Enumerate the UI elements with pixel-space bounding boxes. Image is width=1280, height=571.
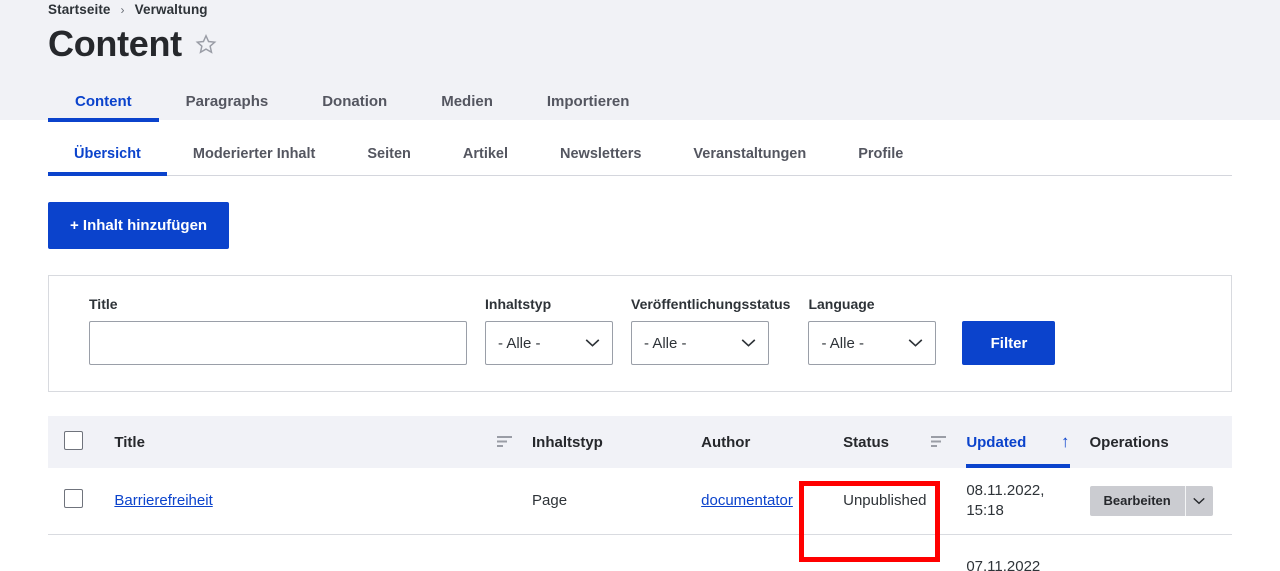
publish-status-filter-label: Veröffentlichungsstatus bbox=[631, 296, 791, 312]
subtab-veranstaltungen[interactable]: Veranstaltungen bbox=[667, 146, 832, 175]
edit-split-button[interactable]: Bearbeiten bbox=[1089, 485, 1213, 516]
column-header-updated-label: Updated bbox=[966, 433, 1027, 451]
row-author-cell bbox=[691, 534, 833, 571]
row-operations-cell: Bearbeiten bbox=[1080, 468, 1233, 534]
filter-panel: Title Inhaltstyp - Alle - Veröffentlichu… bbox=[48, 275, 1232, 392]
primary-tabs: Content Paragraphs Donation Medien Impor… bbox=[48, 78, 1280, 123]
column-header-updated[interactable]: Updated ↑ bbox=[956, 416, 1079, 468]
column-header-author-label: Author bbox=[701, 433, 751, 451]
tab-importieren[interactable]: Importieren bbox=[520, 93, 657, 122]
chevron-down-icon bbox=[585, 335, 600, 352]
content-title-link[interactable]: Barrierefreiheit bbox=[114, 492, 212, 509]
page-header: Startseite › Verwaltung Content Content … bbox=[0, 0, 1280, 123]
filter-field-content-type: Inhaltstyp - Alle - bbox=[485, 296, 613, 365]
subtab-artikel[interactable]: Artikel bbox=[437, 146, 534, 175]
row-type-cell bbox=[522, 534, 691, 571]
edit-button-label[interactable]: Bearbeiten bbox=[1090, 486, 1185, 516]
column-header-content-type: Inhaltstyp bbox=[522, 416, 691, 468]
publish-status-select[interactable]: - Alle - bbox=[631, 321, 769, 365]
filter-field-title: Title bbox=[89, 296, 467, 365]
language-select-value: - Alle - bbox=[821, 334, 864, 352]
table-head: Title Inhaltstyp Author Status Updated ↑… bbox=[48, 416, 1232, 468]
breadcrumb-separator-icon: › bbox=[120, 2, 125, 17]
table-header-row: Title Inhaltstyp Author Status Updated ↑… bbox=[48, 416, 1232, 468]
title-row: Content bbox=[48, 23, 1280, 64]
subtab-profile[interactable]: Profile bbox=[832, 146, 929, 175]
select-all-header bbox=[48, 416, 104, 468]
filter-field-publish-status: Veröffentlichungsstatus - Alle - bbox=[631, 296, 790, 365]
tab-paragraphs[interactable]: Paragraphs bbox=[159, 93, 296, 122]
row-type-cell: Page bbox=[532, 492, 568, 510]
row-operations-cell bbox=[1080, 534, 1233, 571]
language-select[interactable]: - Alle - bbox=[808, 321, 937, 365]
content-type-select[interactable]: - Alle - bbox=[485, 321, 613, 365]
sort-ascending-arrow-icon[interactable]: ↑ bbox=[1061, 432, 1070, 452]
breadcrumb: Startseite › Verwaltung bbox=[48, 0, 1280, 17]
column-header-operations-label: Operations bbox=[1089, 433, 1169, 451]
row-title-cell: Barrierefreiheit bbox=[104, 468, 522, 534]
tab-donation[interactable]: Donation bbox=[295, 93, 414, 122]
content-type-filter-label: Inhaltstyp bbox=[485, 296, 552, 312]
row-status-cell: Unpublished bbox=[843, 492, 927, 510]
content-type-select-value: - Alle - bbox=[498, 334, 541, 352]
table-row: Barrierefreiheit Page documentator Unpub… bbox=[48, 468, 1232, 534]
subtab-seiten[interactable]: Seiten bbox=[341, 146, 437, 175]
column-header-status-label: Status bbox=[843, 433, 889, 451]
column-header-operations: Operations bbox=[1080, 416, 1233, 468]
row-title-cell bbox=[104, 534, 522, 571]
filter-submit-button[interactable]: Filter bbox=[962, 321, 1056, 365]
row-author-cell: documentator bbox=[691, 468, 833, 534]
column-header-title-label: Title bbox=[114, 433, 145, 451]
title-filter-input[interactable] bbox=[89, 321, 467, 365]
row-select-cell bbox=[48, 534, 104, 571]
author-link[interactable]: documentator bbox=[701, 492, 793, 509]
sort-icon[interactable] bbox=[497, 434, 512, 451]
subtab-uebersicht[interactable]: Übersicht bbox=[48, 146, 167, 176]
row-select-checkbox[interactable] bbox=[64, 489, 83, 509]
add-content-button[interactable]: + Inhalt hinzufügen bbox=[48, 202, 230, 249]
page-root: Startseite › Verwaltung Content Content … bbox=[0, 0, 1280, 571]
column-header-content-type-label: Inhaltstyp bbox=[532, 433, 603, 451]
column-header-status[interactable]: Status bbox=[833, 416, 956, 468]
tab-medien[interactable]: Medien bbox=[414, 93, 520, 122]
content-table: Title Inhaltstyp Author Status Updated ↑… bbox=[48, 416, 1232, 571]
filter-field-language: Language - Alle - bbox=[808, 296, 937, 365]
row-status-cell bbox=[833, 534, 956, 571]
row-select-cell bbox=[48, 468, 104, 534]
chevron-down-icon bbox=[741, 335, 756, 352]
subtab-newsletters[interactable]: Newsletters bbox=[534, 146, 667, 175]
row-updated-cell: 08.11.2022, 15:18 bbox=[966, 481, 1045, 519]
title-filter-label: Title bbox=[89, 296, 118, 312]
sort-icon[interactable] bbox=[931, 434, 947, 451]
chevron-down-icon[interactable] bbox=[1184, 485, 1213, 516]
secondary-tabs: Übersicht Moderierter Inhalt Seiten Arti… bbox=[48, 120, 1232, 176]
breadcrumb-item-verwaltung[interactable]: Verwaltung bbox=[135, 2, 208, 17]
publish-status-select-value: - Alle - bbox=[644, 334, 687, 352]
language-filter-label: Language bbox=[808, 296, 875, 312]
column-header-title[interactable]: Title bbox=[104, 416, 522, 468]
subtab-moderierter-inhalt[interactable]: Moderierter Inhalt bbox=[167, 146, 341, 175]
row-updated-cell: 07.11.2022 bbox=[966, 557, 1041, 571]
table-row: 07.11.2022 bbox=[48, 534, 1232, 571]
table-body: Barrierefreiheit Page documentator Unpub… bbox=[48, 468, 1232, 571]
chevron-down-icon bbox=[908, 335, 923, 352]
content-table-wrapper: Title Inhaltstyp Author Status Updated ↑… bbox=[48, 416, 1232, 571]
select-all-checkbox[interactable] bbox=[64, 430, 83, 450]
page-title: Content bbox=[48, 23, 182, 64]
star-outline-icon[interactable] bbox=[195, 33, 217, 60]
actions-bar: + Inhalt hinzufügen bbox=[0, 176, 1280, 249]
breadcrumb-item-startseite[interactable]: Startseite bbox=[48, 2, 111, 17]
tab-content[interactable]: Content bbox=[48, 93, 159, 123]
column-header-author: Author bbox=[691, 416, 833, 468]
